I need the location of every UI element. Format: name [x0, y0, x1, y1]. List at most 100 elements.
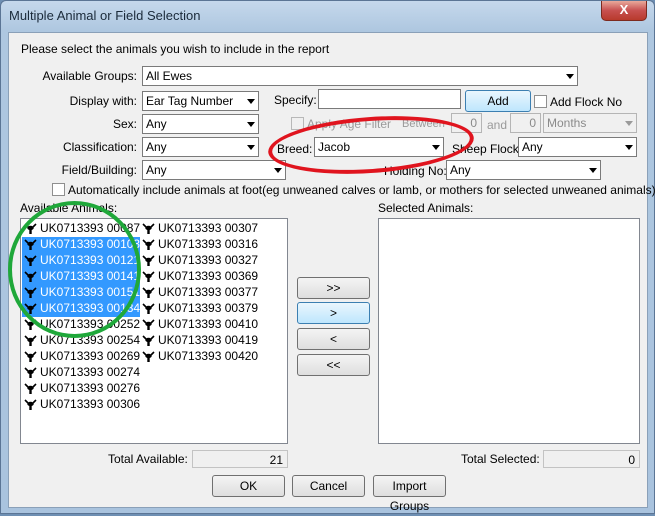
sheep-icon — [24, 239, 37, 251]
animal-tag: UK0713393 00254 — [40, 333, 141, 347]
list-item[interactable]: UK0713393 00252 — [22, 317, 140, 333]
specify-input[interactable] — [318, 89, 461, 109]
sex-value: Any — [146, 117, 167, 131]
sheep-icon — [24, 319, 37, 331]
list-item[interactable]: UK0713393 00151 — [22, 285, 141, 301]
chevron-down-icon — [625, 145, 633, 150]
list-item[interactable]: UK0713393 00327 — [140, 253, 258, 269]
auto-include-label: Automatically include animals at foot(eg… — [68, 183, 655, 197]
chevron-down-icon — [247, 122, 255, 127]
chevron-down-icon — [589, 168, 597, 173]
ok-button[interactable]: OK — [212, 475, 285, 497]
animal-tag: UK0713393 00087 — [40, 221, 141, 235]
field-building-dropdown[interactable]: Any — [142, 160, 286, 180]
add-flock-checkbox[interactable] — [534, 95, 547, 108]
sheep-icon — [24, 383, 37, 395]
chevron-down-icon — [274, 168, 282, 173]
available-groups-dropdown[interactable]: All Ewes — [142, 66, 578, 86]
add-button[interactable]: Add — [465, 90, 531, 112]
list-item[interactable]: UK0713393 00316 — [140, 237, 258, 253]
available-groups-value: All Ewes — [146, 69, 193, 83]
list-item[interactable]: UK0713393 00419 — [140, 333, 258, 349]
sheep-icon — [24, 271, 37, 283]
sheep-icon — [142, 319, 155, 331]
sex-dropdown[interactable]: Any — [142, 114, 259, 134]
sheep-icon — [142, 335, 155, 347]
add-selected-button[interactable]: > — [297, 302, 370, 324]
animal-tag: UK0713393 00306 — [40, 397, 141, 411]
add-flock-label: Add Flock No — [550, 95, 623, 109]
sheep-icon — [142, 255, 155, 267]
dialog-client-area: Please select the animals you wish to in… — [8, 32, 655, 513]
chevron-down-icon — [247, 145, 255, 150]
sheep-icon — [142, 303, 155, 315]
sheep-icon — [24, 287, 37, 299]
field-building-value: Any — [146, 163, 167, 177]
list-item[interactable]: UK0713393 00103 — [22, 237, 141, 253]
sheep-icon — [24, 399, 37, 411]
total-available-label: Total Available: — [108, 452, 188, 466]
chevron-down-icon — [625, 121, 633, 126]
sheep-flock-value: Any — [522, 140, 543, 154]
selected-animals-label: Selected Animals: — [378, 201, 474, 215]
list-item[interactable]: UK0713393 00377 — [140, 285, 258, 301]
cancel-button[interactable]: Cancel — [292, 475, 365, 497]
list-item[interactable]: UK0713393 00369 — [140, 269, 258, 285]
auto-include-checkbox[interactable] — [52, 183, 65, 196]
sex-label: Sex: — [112, 117, 137, 131]
age-from-input[interactable]: 0 — [451, 113, 482, 133]
age-unit-value: Months — [547, 116, 587, 130]
holding-no-dropdown[interactable]: Any — [446, 160, 601, 180]
sheep-icon — [24, 223, 37, 235]
sheep-icon — [142, 223, 155, 235]
available-animals-list[interactable]: UK0713393 00087 UK0713393 00103 UK0713393 … — [20, 218, 288, 444]
sheep-icon — [142, 271, 155, 283]
age-filter-label: Apply Age Filter — [307, 117, 392, 131]
list-item[interactable]: UK0713393 00274 — [22, 365, 140, 381]
list-item[interactable]: UK0713393 00307 — [140, 221, 258, 237]
sheep-icon — [142, 287, 155, 299]
title-bar[interactable]: Multiple Animal or Field Selection X — [1, 1, 654, 31]
remove-all-button[interactable]: << — [297, 354, 370, 376]
list-item[interactable]: UK0713393 00087 — [22, 221, 140, 237]
sheep-icon — [24, 367, 37, 379]
animal-tag: UK0713393 00316 — [158, 237, 259, 251]
available-groups-label: Available Groups: — [42, 69, 138, 83]
age-unit-dropdown[interactable]: Months — [543, 113, 637, 133]
sheep-icon — [24, 335, 37, 347]
and-label: and — [487, 118, 508, 132]
list-item[interactable]: UK0713393 00121 — [22, 253, 141, 269]
age-filter-checkbox[interactable] — [291, 117, 304, 130]
sheep-icon — [142, 351, 155, 363]
list-item[interactable]: UK0713393 00379 — [140, 301, 258, 317]
list-item[interactable]: UK0713393 00184 — [22, 301, 141, 317]
remove-selected-button[interactable]: < — [297, 328, 370, 350]
list-item[interactable]: UK0713393 00420 — [140, 349, 258, 365]
breed-label: Breed: — [277, 142, 313, 156]
list-item[interactable]: UK0713393 00141 — [22, 269, 141, 285]
selected-animals-list[interactable] — [378, 218, 640, 444]
display-with-dropdown[interactable]: Ear Tag Number — [142, 91, 259, 111]
sheep-icon — [142, 239, 155, 251]
animal-tag: UK0713393 00274 — [40, 365, 141, 379]
holding-no-label: Holding No: — [384, 164, 447, 178]
total-selected-label: Total Selected: — [461, 452, 540, 466]
list-item[interactable]: UK0713393 00306 — [22, 397, 140, 413]
chevron-down-icon — [566, 74, 574, 79]
sheep-flock-dropdown[interactable]: Any — [518, 137, 637, 157]
list-item[interactable]: UK0713393 00410 — [140, 317, 258, 333]
animal-tag: UK0713393 00252 — [40, 317, 141, 331]
total-selected-value: 0 — [543, 450, 640, 468]
animal-tag: UK0713393 00307 — [158, 221, 259, 235]
breed-dropdown[interactable]: Jacob — [314, 137, 444, 157]
list-item[interactable]: UK0713393 00276 — [22, 381, 140, 397]
list-item[interactable]: UK0713393 00269 — [22, 349, 140, 365]
import-groups-button[interactable]: Import Groups — [373, 475, 446, 513]
instruction-text: Please select the animals you wish to in… — [21, 42, 330, 56]
list-item[interactable]: UK0713393 00254 — [22, 333, 140, 349]
close-button[interactable]: X — [601, 1, 647, 21]
classification-dropdown[interactable]: Any — [142, 137, 259, 157]
add-all-button[interactable]: >> — [297, 277, 370, 299]
animal-tag: UK0713393 00141 — [40, 269, 141, 283]
age-to-input[interactable]: 0 — [510, 113, 541, 133]
